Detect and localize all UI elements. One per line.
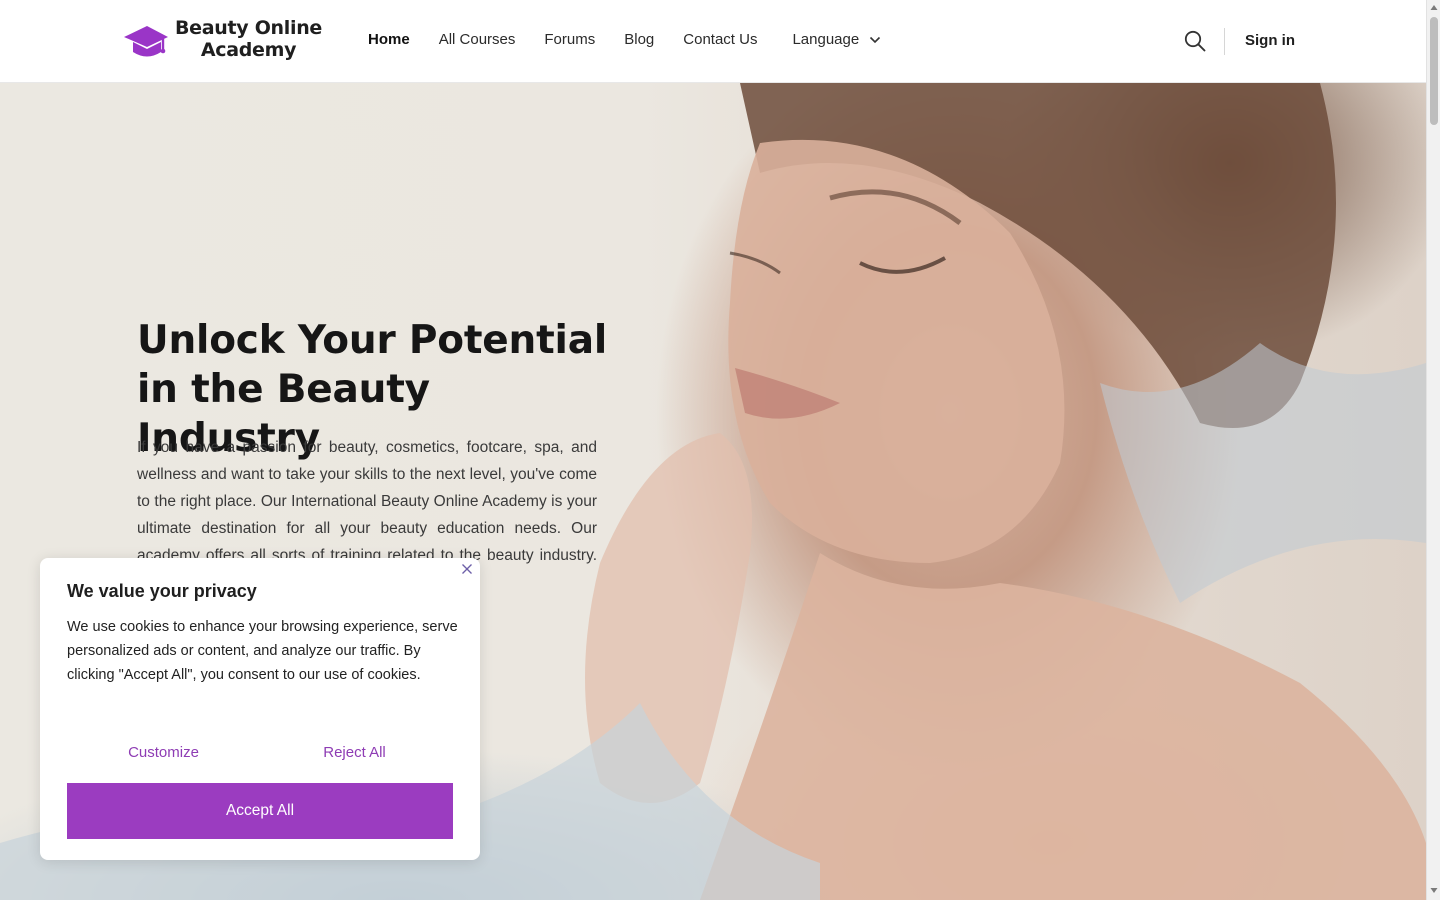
language-label: Language [792, 31, 860, 48]
close-icon[interactable] [459, 561, 475, 577]
page-scrollbar[interactable] [1426, 0, 1440, 900]
chevron-down-icon [870, 36, 881, 43]
scrollbar-thumb[interactable] [1430, 17, 1438, 125]
logo-line-2: Academy [200, 39, 297, 61]
nav-item-contact-us[interactable]: Contact Us [683, 31, 757, 48]
main-nav: Home All Courses Forums Blog Contact Us … [368, 31, 881, 48]
scroll-up-arrow-icon[interactable] [1430, 4, 1438, 12]
hero-title-line-1: Unlock Your Potential [137, 318, 607, 363]
site-header: Beauty Online Academy Home All Courses F… [0, 0, 1426, 83]
nav-item-forums[interactable]: Forums [544, 31, 595, 48]
logo-line-1: Beauty Online [175, 17, 323, 39]
cookie-description: We use cookies to enhance your browsing … [67, 619, 458, 683]
logo-text: Beauty Online Academy [175, 17, 322, 61]
nav-item-all-courses[interactable]: All Courses [439, 31, 516, 48]
language-dropdown[interactable]: Language [792, 31, 881, 48]
sign-in-link[interactable]: Sign in [1245, 32, 1295, 49]
cookie-title: We value your privacy [67, 581, 257, 601]
accept-all-button[interactable]: Accept All [67, 783, 453, 839]
site-logo[interactable]: Beauty Online Academy [123, 17, 322, 61]
graduation-cap-icon [124, 26, 168, 57]
reject-all-button[interactable]: Reject All [258, 744, 451, 761]
scroll-down-arrow-icon[interactable] [1430, 886, 1438, 894]
search-icon[interactable] [1184, 30, 1206, 52]
customize-button[interactable]: Customize [67, 744, 260, 761]
nav-item-home[interactable]: Home [368, 31, 410, 48]
cookie-consent-banner: We value your privacy We use cookies to … [40, 558, 480, 860]
header-divider [1224, 28, 1225, 55]
nav-item-blog[interactable]: Blog [624, 31, 654, 48]
